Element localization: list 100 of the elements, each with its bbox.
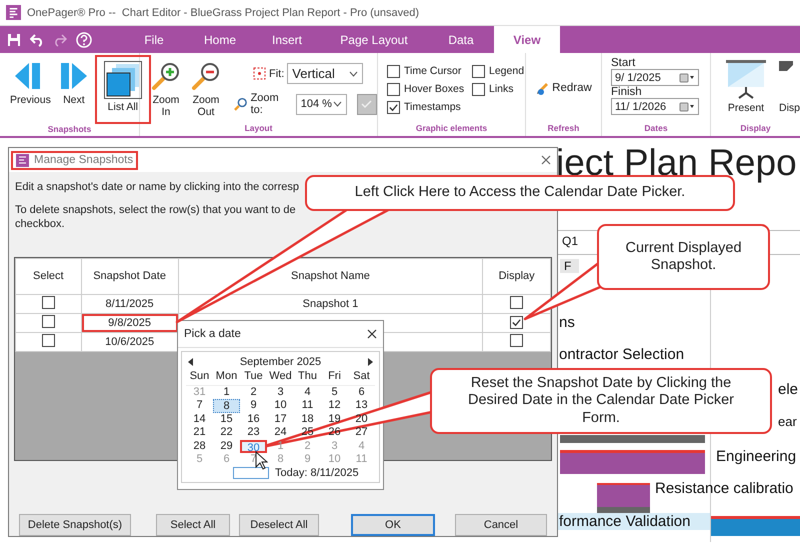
calendar-day[interactable]: 9 [240, 399, 267, 413]
date-cell[interactable]: 9/8/2025 [82, 314, 178, 332]
calendar-day[interactable]: 3 [267, 386, 294, 400]
menu-tab[interactable]: View [494, 26, 560, 53]
checkbox[interactable] [472, 82, 485, 96]
today-link[interactable]: Today: 8/11/2025 [275, 467, 359, 480]
fit-dropdown[interactable]: Vertical [287, 63, 364, 84]
dialog-button[interactable]: Cancel [455, 514, 547, 536]
calendar-day[interactable]: 22 [213, 426, 240, 440]
calendar-day[interactable]: 24 [267, 426, 294, 440]
instruction-text: To delete snapshots, select the row(s) that you want to de [15, 203, 296, 217]
calendar-day[interactable]: 23 [240, 426, 267, 440]
checkbox[interactable] [387, 82, 400, 96]
callout: Current Displayed Snapshot. [597, 224, 770, 290]
close-icon[interactable] [541, 155, 551, 165]
calendar-day[interactable]: 2 [240, 386, 267, 400]
calendar-day[interactable]: 30 [240, 440, 267, 453]
dialog-button[interactable]: OK [351, 514, 435, 536]
group-label: Dates [643, 123, 669, 135]
zoom-out-button[interactable]: Zoom Out [187, 53, 225, 123]
calendar-day[interactable]: 6 [348, 386, 375, 400]
calendar-dropdown-icon [679, 102, 695, 112]
column-header: Select [16, 258, 82, 294]
calendar-day[interactable]: 15 [213, 412, 240, 426]
zoom-in-icon [151, 61, 181, 91]
checkbox[interactable] [42, 296, 55, 309]
task-label: ns [559, 314, 575, 331]
projector-screen-icon [725, 59, 767, 99]
calendar-day[interactable]: 7 [186, 399, 213, 413]
date-field[interactable]: 11/ 1/2026 [611, 98, 699, 115]
calendar-day[interactable]: 14 [186, 412, 213, 426]
calendar-dropdown-icon [679, 72, 695, 82]
calendar-day[interactable]: 17 [267, 412, 294, 426]
column-header: Snapshot Date [81, 258, 178, 294]
checkbox[interactable] [42, 334, 55, 347]
calendar-day[interactable]: 13 [348, 399, 375, 413]
calendar-day[interactable]: 5 [321, 386, 348, 400]
caret-icon [332, 101, 342, 107]
zoom-out-icon [191, 61, 221, 91]
checkbox[interactable] [510, 296, 524, 309]
previous-month-icon[interactable] [188, 358, 193, 366]
help-icon[interactable] [76, 32, 92, 48]
calendar-day[interactable]: 16 [240, 412, 267, 426]
checkbox[interactable] [472, 64, 485, 78]
list-button[interactable]: List All [94, 55, 151, 124]
calendar-day[interactable]: 1 [213, 386, 240, 400]
picker-title: Pick a date [184, 328, 241, 340]
dialog-button[interactable]: Deselect All [239, 514, 319, 536]
calendar-day[interactable]: 8 [213, 399, 240, 413]
next-month-icon[interactable] [368, 358, 373, 366]
redraw-button[interactable]: Redraw [533, 78, 594, 98]
weekday-label: Mon [213, 370, 240, 386]
checkbox[interactable] [42, 315, 55, 328]
weekday-label: Fri [321, 370, 348, 386]
checkbox[interactable] [510, 334, 524, 347]
checkbox[interactable] [387, 100, 400, 114]
checkbox[interactable] [387, 64, 400, 78]
task-label: Engineering [716, 448, 796, 465]
menu-tab[interactable]: File [122, 26, 186, 53]
date-field[interactable]: 9/ 1/2025 [611, 69, 699, 86]
present-button[interactable]: Present [721, 53, 771, 123]
option-label: Time Cursor [404, 65, 462, 77]
fit-icon [253, 67, 266, 80]
redo-icon[interactable] [53, 32, 67, 46]
undo-icon[interactable] [30, 32, 44, 46]
group-label: Snapshots [46, 124, 92, 136]
close-icon[interactable] [367, 329, 377, 339]
calendar-day[interactable]: 27 [348, 426, 375, 440]
dialog-button[interactable]: Delete Snapshot(s) [19, 514, 131, 536]
app-logo-icon [6, 5, 21, 20]
calendar-day[interactable]: 10 [267, 399, 294, 413]
menu-tab[interactable]: Page Layout [320, 26, 428, 53]
checkbox[interactable] [510, 316, 524, 328]
menu-tab[interactable]: Home [186, 26, 254, 53]
calendar-day[interactable]: 18 [294, 412, 321, 426]
date-cell[interactable]: 10/6/2025 [82, 333, 178, 351]
quarter-label: Q1 [562, 234, 578, 248]
date-cell[interactable]: 8/11/2025 [82, 295, 178, 313]
next-button[interactable]: Next [54, 53, 93, 124]
weekday-label: Tue [240, 370, 267, 386]
stacked-squares-icon [104, 62, 141, 98]
previous-button[interactable]: Previous [6, 53, 55, 124]
task-label: ear [778, 414, 797, 429]
menu-tab[interactable]: Data [428, 26, 494, 53]
calendar-day[interactable]: 19 [321, 412, 348, 426]
calendar-day[interactable]: 12 [321, 399, 348, 413]
instruction-text: checkbox. [15, 217, 65, 231]
dialog-button[interactable]: Select All [156, 514, 230, 536]
display-button[interactable]: Disp [777, 53, 800, 123]
calendar-day[interactable]: 20 [348, 412, 375, 426]
calendar-day[interactable]: 28 [186, 440, 213, 453]
zoom-dropdown[interactable]: 104 % [296, 94, 347, 114]
menu-tab[interactable]: Insert [254, 26, 320, 53]
calendar-day[interactable]: 21 [186, 426, 213, 440]
calendar-day[interactable]: 4 [294, 386, 321, 400]
calendar-day[interactable]: 29 [213, 440, 240, 453]
calendar-day[interactable]: 11 [294, 399, 321, 413]
column-header: Display [482, 258, 550, 294]
app-logo-icon [16, 154, 29, 166]
option-label: Timestamps [404, 101, 461, 113]
